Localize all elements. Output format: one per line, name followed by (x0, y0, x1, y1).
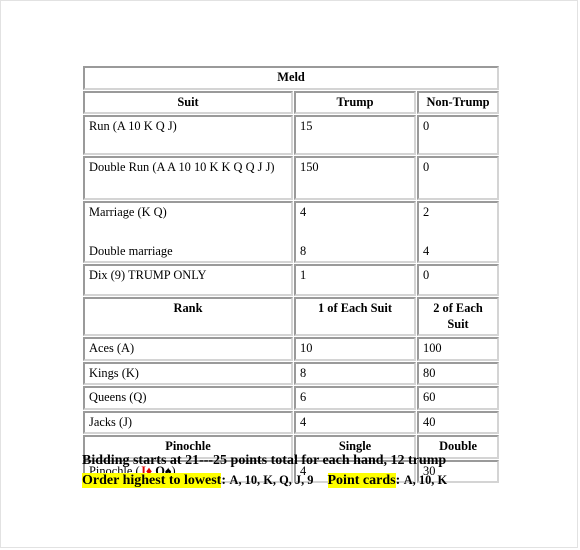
footer-notes: Bidding starts at 21---25 points total f… (82, 451, 512, 492)
rank-header-row: Rank 1 of Each Suit 2 of Each Suit (83, 297, 500, 336)
kings-card: (K) (121, 365, 139, 380)
double-run-non-trump-value: 0 (417, 156, 500, 200)
queens-double-value: 60 (417, 386, 500, 410)
aces-double-value: 100 (417, 337, 500, 361)
marriage-trump-gap (300, 221, 410, 244)
row-label-run: Run (A 10 K Q J) (83, 115, 293, 155)
header-two-of-each-suit: 2 of Each Suit (417, 297, 500, 336)
meld-title: Meld (83, 66, 500, 90)
marriage-gap (89, 221, 287, 244)
row-label-double-run: Double Run (A A 10 10 K K Q Q J J) (83, 156, 293, 200)
run-non-trump-value: 0 (417, 115, 500, 155)
header-suit: Suit (83, 90, 293, 114)
bidding-note: Bidding starts at 21---25 points total f… (82, 453, 447, 468)
marriage-label: Marriage (K Q) (89, 205, 167, 219)
meld-table: Meld Suit Trump Non-Trump Run (A 10 K Q … (82, 65, 501, 484)
order-colon: : (221, 473, 227, 489)
header-rank: Rank (83, 297, 293, 336)
dix-trump-value: 1 (294, 264, 416, 296)
kings-double-value: 80 (417, 361, 500, 385)
row-label-jacks: Jacks (J) (83, 410, 293, 434)
aces-name: Aces (89, 341, 114, 355)
point-cards-value: A, 10, K (403, 473, 448, 488)
run-trump-value: 15 (294, 115, 416, 155)
table-row: Aces (A) 10 100 (83, 337, 500, 361)
header-non-trump: Non-Trump (417, 90, 500, 114)
double-marriage-trump-value: 8 (300, 243, 307, 258)
queens-name: Queens (89, 390, 127, 404)
kings-name: Kings (89, 365, 119, 380)
table-title-row: Meld (83, 66, 500, 90)
queens-card: (Q) (129, 390, 147, 404)
table-row: Jacks (J) 4 40 (83, 410, 500, 434)
kings-single-value: 8 (294, 361, 416, 385)
double-marriage-non-trump-value: 4 (423, 243, 430, 258)
row-label-aces: Aces (A) (83, 337, 293, 361)
jacks-single-value: 4 (294, 410, 416, 434)
marriage-non-trump-cell: 2 4 (417, 201, 500, 263)
table-row: Queens (Q) 6 60 (83, 386, 500, 410)
header-trump: Trump (294, 90, 416, 114)
jacks-name: Jacks (89, 414, 116, 429)
aces-single-value: 10 (294, 337, 416, 361)
marriage-trump-value: 4 (300, 205, 307, 219)
order-and-points-note: Order highest to lowest: A, 10, K, Q, J,… (82, 471, 512, 491)
dix-label: Dix (9) TRUMP ONLY (89, 268, 207, 282)
double-run-trump-value: 150 (294, 156, 416, 200)
row-label-queens: Queens (Q) (83, 386, 293, 410)
double-marriage-label: Double marriage (89, 243, 173, 258)
point-cards-label: Point cards (327, 473, 396, 489)
header-one-of-each-suit: 1 of Each Suit (294, 297, 416, 336)
point-colon: : (395, 473, 401, 489)
table-row: Dix (9) TRUMP ONLY 1 0 (83, 264, 500, 296)
marriage-trump-cell: 4 8 (294, 201, 416, 263)
marriage-non-trump-value: 2 (423, 205, 430, 219)
suit-header-row: Suit Trump Non-Trump (83, 90, 500, 114)
dix-non-trump-value: 0 (417, 264, 500, 296)
order-value: A, 10, K, Q, J, 9 (229, 473, 314, 488)
marriage-non-trump-gap (423, 221, 493, 244)
row-label-marriage: Marriage (K Q) Double marriage (83, 201, 293, 263)
row-label-dix: Dix (9) TRUMP ONLY (83, 264, 293, 296)
jacks-card: (J) (118, 414, 133, 429)
table-row: Double Run (A A 10 10 K K Q Q J J) 150 0 (83, 156, 500, 200)
row-label-kings: Kings (K) (83, 361, 293, 385)
order-highest-label: Order highest to lowest (82, 473, 222, 489)
aces-card: (A) (116, 341, 135, 355)
page-canvas: Meld Suit Trump Non-Trump Run (A 10 K Q … (0, 0, 578, 548)
table-row: Kings (K) 8 80 (83, 361, 500, 385)
table-row: Marriage (K Q) Double marriage 4 8 2 4 (83, 201, 500, 263)
run-label: Run (A 10 K Q J) (89, 119, 177, 133)
double-run-label: Double Run (A A 10 10 K K Q Q J J) (89, 160, 275, 174)
jacks-double-value: 40 (417, 410, 500, 434)
table-row: Run (A 10 K Q J) 15 0 (83, 115, 500, 155)
meld-scoring-sheet: Meld Suit Trump Non-Trump Run (A 10 K Q … (82, 65, 501, 484)
queens-single-value: 6 (294, 386, 416, 410)
